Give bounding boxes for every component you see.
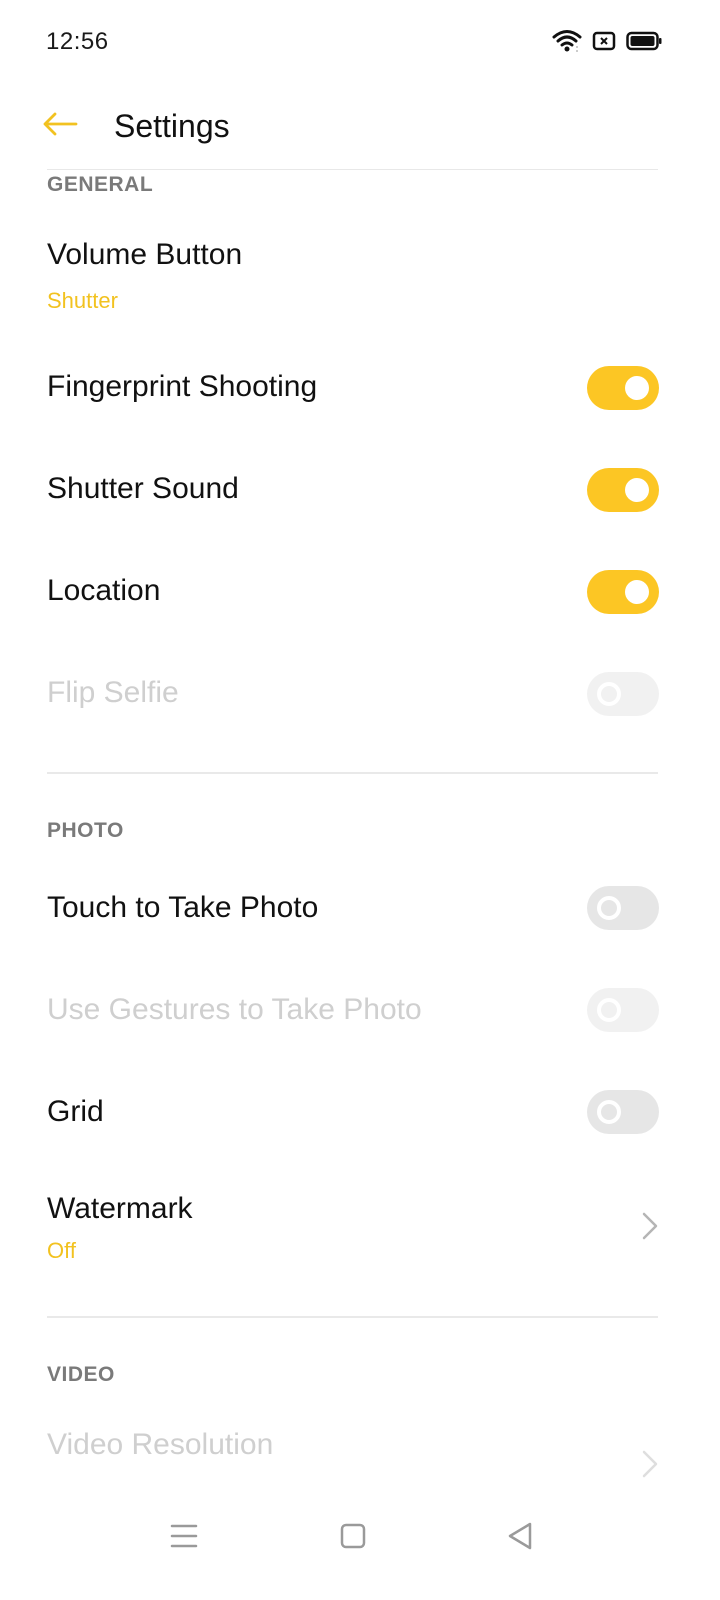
toggle-knob bbox=[597, 682, 621, 706]
fingerprint-shooting-toggle[interactable] bbox=[587, 366, 659, 410]
menu-icon bbox=[170, 1523, 198, 1554]
section-header-general: GENERAL bbox=[47, 173, 154, 196]
setting-value: Off bbox=[47, 1238, 76, 1263]
setting-title: Fingerprint Shooting bbox=[47, 370, 318, 403]
setting-title: Location bbox=[47, 574, 161, 607]
use-gestures-toggle bbox=[587, 988, 659, 1032]
status-bar: 12:56 bbox=[0, 0, 720, 86]
setting-title: Shutter Sound bbox=[47, 472, 239, 505]
back-triangle-icon bbox=[506, 1521, 534, 1556]
setting-touch-to-take-photo[interactable]: Touch to Take Photo bbox=[0, 858, 720, 958]
grid-toggle[interactable] bbox=[587, 1090, 659, 1134]
system-nav-bar bbox=[0, 1482, 720, 1600]
setting-grid[interactable]: Grid bbox=[0, 1062, 720, 1162]
home-icon bbox=[340, 1523, 366, 1554]
toggle-knob bbox=[597, 998, 621, 1022]
setting-title: Video Resolution bbox=[47, 1428, 274, 1461]
toggle-knob bbox=[625, 580, 649, 604]
chevron-right-icon bbox=[636, 1206, 664, 1246]
touch-to-take-photo-toggle[interactable] bbox=[587, 886, 659, 930]
setting-fingerprint-shooting[interactable]: Fingerprint Shooting bbox=[0, 340, 720, 440]
toggle-knob bbox=[597, 896, 621, 920]
battery-icon bbox=[626, 30, 662, 57]
toggle-knob bbox=[625, 376, 649, 400]
sim-card-icon bbox=[592, 30, 616, 57]
menu-button[interactable] bbox=[154, 1508, 214, 1568]
arrow-left-icon bbox=[40, 109, 80, 144]
app-bar: Settings bbox=[0, 86, 720, 170]
location-toggle[interactable] bbox=[587, 570, 659, 614]
nav-back-button[interactable] bbox=[490, 1508, 550, 1568]
section-divider bbox=[47, 772, 658, 774]
setting-video-resolution[interactable]: Video Resolution bbox=[0, 1406, 720, 1482]
toggle-knob bbox=[625, 478, 649, 502]
section-header-video: VIDEO bbox=[47, 1363, 115, 1386]
home-button[interactable] bbox=[323, 1508, 383, 1568]
setting-shutter-sound[interactable]: Shutter Sound bbox=[0, 442, 720, 542]
section-divider bbox=[47, 1316, 658, 1318]
section-header-photo: PHOTO bbox=[47, 819, 124, 842]
setting-value: Shutter bbox=[47, 288, 118, 313]
setting-flip-selfie: Flip Selfie bbox=[0, 646, 720, 746]
back-button[interactable] bbox=[36, 106, 84, 146]
setting-title: Watermark bbox=[47, 1192, 193, 1225]
wifi-icon bbox=[552, 29, 582, 58]
shutter-sound-toggle[interactable] bbox=[587, 468, 659, 512]
chevron-right-icon bbox=[636, 1444, 664, 1482]
setting-location[interactable]: Location bbox=[0, 544, 720, 644]
setting-watermark[interactable]: Watermark Off bbox=[0, 1166, 720, 1306]
setting-title: Volume Button bbox=[47, 238, 243, 271]
flip-selfie-toggle bbox=[587, 672, 659, 716]
setting-volume-button[interactable]: Volume Button Shutter bbox=[0, 222, 720, 342]
page-title: Settings bbox=[114, 108, 230, 144]
setting-title: Flip Selfie bbox=[47, 676, 179, 709]
status-time: 12:56 bbox=[46, 28, 109, 55]
toggle-knob bbox=[597, 1100, 621, 1124]
setting-title: Use Gestures to Take Photo bbox=[47, 993, 422, 1026]
setting-use-gestures: Use Gestures to Take Photo bbox=[0, 960, 720, 1060]
setting-title: Touch to Take Photo bbox=[47, 891, 319, 924]
setting-title: Grid bbox=[47, 1095, 104, 1128]
status-icons bbox=[552, 29, 662, 58]
settings-list[interactable]: GENERAL Volume Button Shutter Fingerprin… bbox=[0, 170, 720, 1482]
